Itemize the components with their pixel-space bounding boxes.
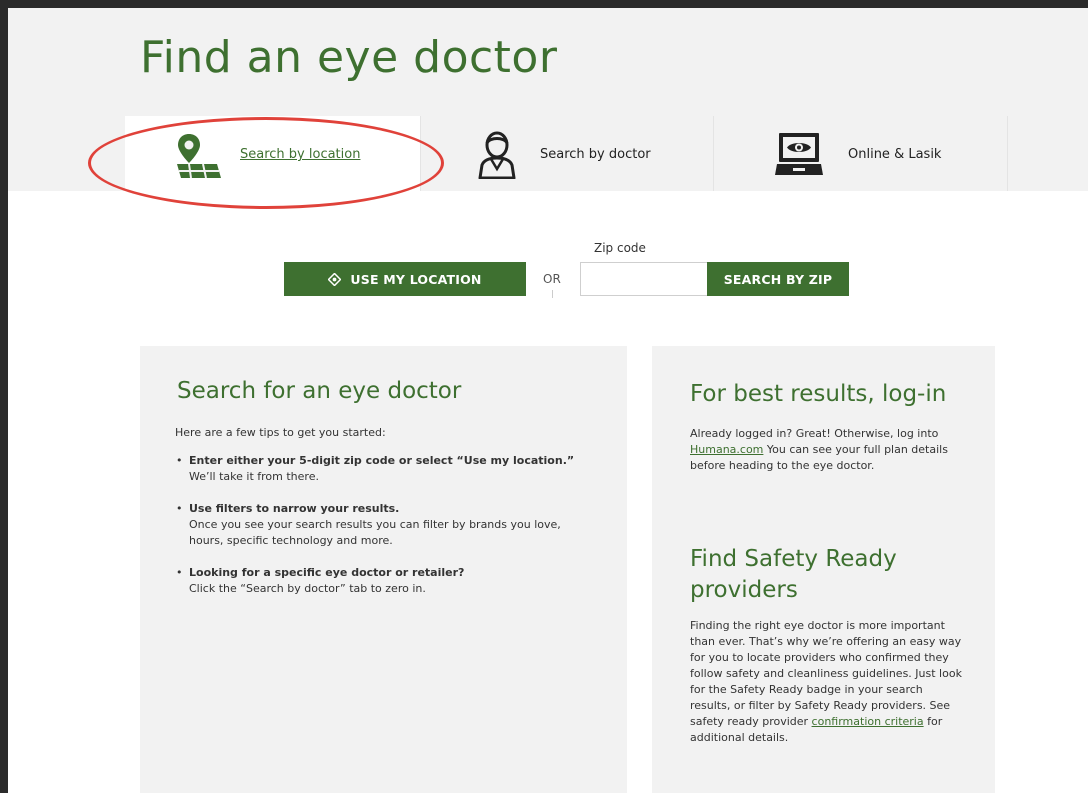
list-item: • Enter either your 5-digit zip code or …	[176, 453, 586, 485]
login-text-part: Already logged in? Great! Otherwise, log…	[690, 427, 939, 440]
safety-text-part: Finding the right eye doctor is more imp…	[690, 619, 962, 728]
safety-heading: Find Safety Ready providers	[690, 546, 897, 603]
zip-code-label: Zip code	[594, 241, 646, 255]
list-item: • Looking for a specific eye doctor or r…	[176, 565, 586, 597]
safety-text: Finding the right eye doctor is more imp…	[690, 618, 965, 746]
confirmation-criteria-link[interactable]: confirmation criteria	[812, 715, 924, 728]
tab-label-doctor: Search by doctor	[540, 147, 651, 162]
use-my-location-button[interactable]: USE MY LOCATION	[284, 262, 526, 296]
bullet-icon: •	[176, 502, 183, 515]
login-heading: For best results, log-in	[690, 381, 947, 407]
tip-body: We’ll take it from there.	[189, 470, 319, 483]
location-target-icon	[328, 272, 342, 286]
login-block: For best results, log-in Already logged …	[690, 379, 965, 474]
tab-search-by-location[interactable]: Search by location	[125, 116, 420, 191]
map-pin-icon	[177, 134, 221, 179]
tip-body: Once you see your search results you can…	[189, 518, 561, 547]
search-by-zip-button[interactable]: SEARCH BY ZIP	[707, 262, 849, 296]
laptop-eye-icon	[775, 133, 823, 175]
tip-title: Looking for a specific eye doctor or ret…	[189, 566, 465, 579]
window-frame-top	[0, 0, 1088, 8]
use-my-location-label: USE MY LOCATION	[350, 271, 482, 287]
doctor-icon	[478, 131, 516, 179]
tab-online-lasik[interactable]: Online & Lasik	[713, 116, 1008, 191]
page-title: Find an eye doctor	[140, 32, 558, 83]
tips-heading: Search for an eye doctor	[177, 378, 462, 404]
tips-panel: Search for an eye doctor Here are a few …	[140, 346, 627, 793]
login-text: Already logged in? Great! Otherwise, log…	[690, 426, 965, 474]
tips-list: • Enter either your 5-digit zip code or …	[176, 453, 586, 613]
tips-intro: Here are a few tips to get you started:	[175, 426, 386, 439]
humana-link[interactable]: Humana.com	[690, 443, 763, 456]
safety-block: Find Safety Ready providers Finding the …	[690, 544, 965, 746]
tip-body: Click the “Search by doctor” tab to zero…	[189, 582, 426, 595]
search-tabs: Search by location Search by doctor Onli…	[125, 116, 1008, 191]
tab-search-by-doctor[interactable]: Search by doctor	[420, 116, 713, 191]
list-item: • Use filters to narrow your results. On…	[176, 501, 586, 549]
zip-code-input[interactable]	[580, 262, 708, 296]
tip-title: Use filters to narrow your results.	[189, 502, 400, 515]
info-panel: For best results, log-in Already logged …	[652, 346, 995, 793]
window-frame-left	[0, 0, 8, 793]
or-separator: OR	[543, 272, 561, 286]
tip-title: Enter either your 5-digit zip code or se…	[189, 454, 575, 467]
tab-label-location: Search by location	[240, 147, 361, 162]
bullet-icon: •	[176, 454, 183, 467]
tab-label-online: Online & Lasik	[848, 147, 942, 162]
or-divider	[552, 290, 553, 298]
bullet-icon: •	[176, 566, 183, 579]
